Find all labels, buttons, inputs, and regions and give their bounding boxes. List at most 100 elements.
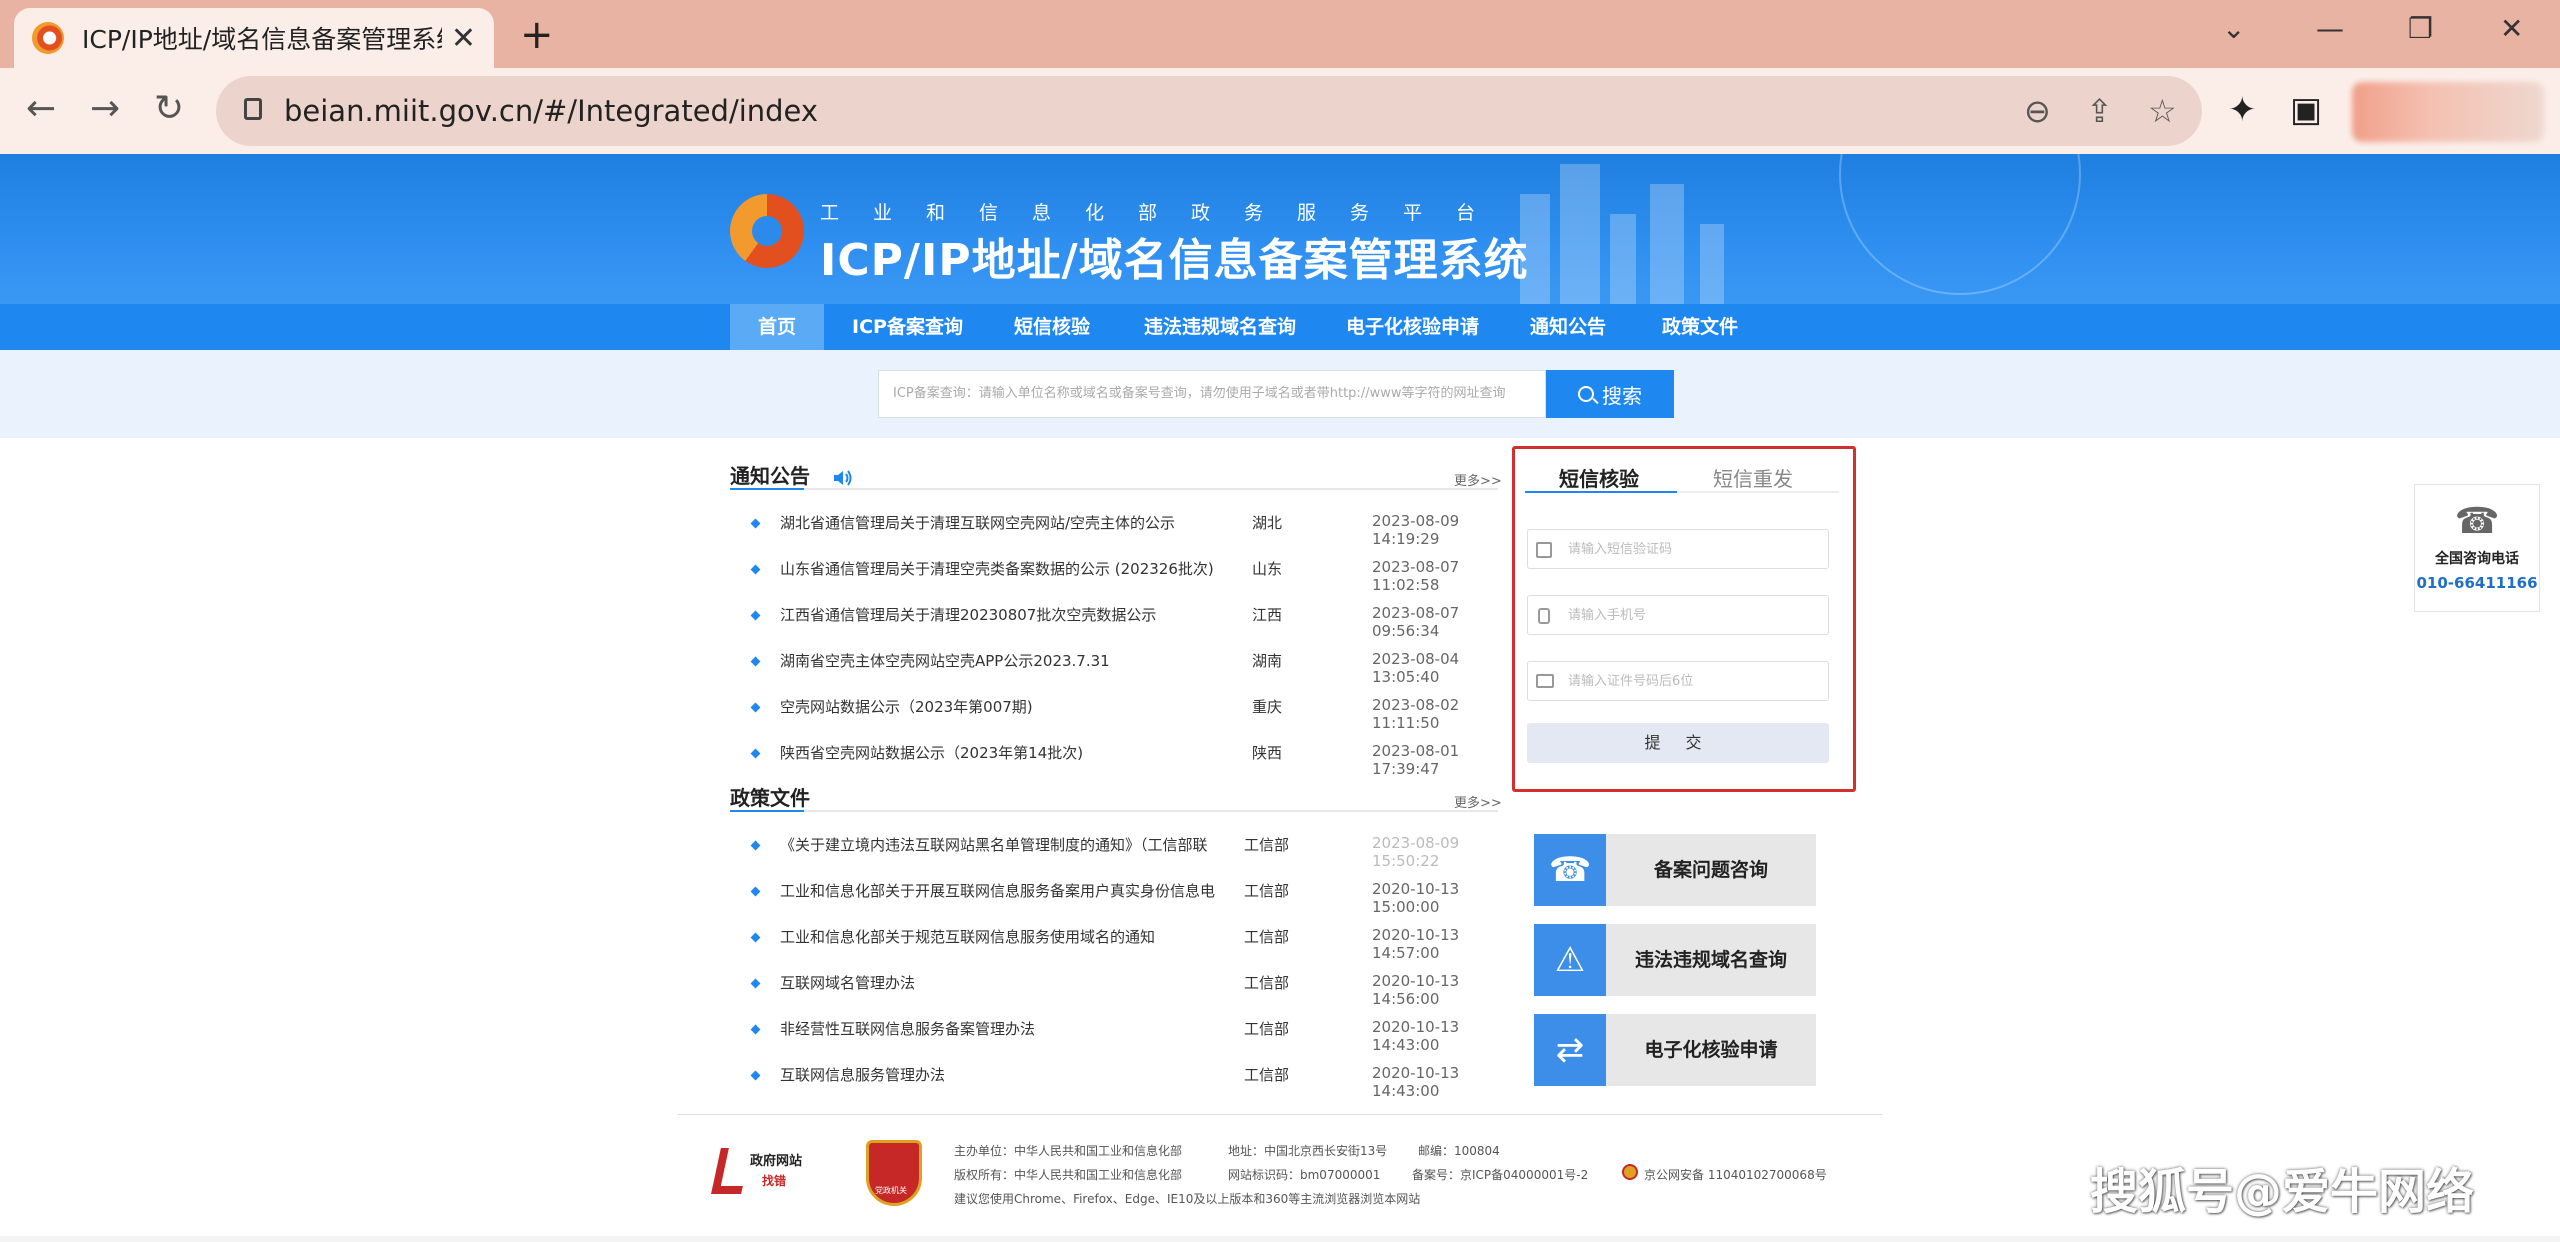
- quick-link-e-verify[interactable]: ⇄ 电子化核验申请: [1534, 1014, 1816, 1086]
- close-window-icon[interactable]: ✕: [2500, 12, 2523, 45]
- policy-issuer: 工信部: [1244, 836, 1290, 854]
- profile-avatar[interactable]: [2352, 82, 2544, 142]
- icp-search-input[interactable]: ICP备案查询：请输入单位名称或域名或备案号查询，请勿使用子域名或者带http:…: [878, 370, 1546, 418]
- site-header: 工业和信息化部政务服务平台 ICP/IP地址/域名信息备案管理系统: [0, 154, 2560, 304]
- policy-row[interactable]: 非经营性互联网信息服务备案管理办法 工信部 2020-10-13 14:43:0…: [750, 1010, 1512, 1056]
- restore-icon[interactable]: ❐: [2408, 12, 2433, 45]
- footer-host: 主办单位：中华人民共和国工业和信息化部: [954, 1144, 1183, 1158]
- policy-title[interactable]: 工业和信息化部关于规范互联网信息服务使用域名的通知: [780, 926, 1155, 947]
- notice-row[interactable]: 湖南省空壳主体空壳网站空壳APP公示2023.7.31 湖南 2023-08-0…: [750, 642, 1512, 688]
- policy-issuer: 工信部: [1244, 1020, 1290, 1038]
- footer-zipcode: 邮编：100804: [1418, 1144, 1500, 1158]
- policies-divider: [730, 810, 1498, 812]
- notice-row[interactable]: 山东省通信管理局关于清理空壳类备案数据的公示 (202326批次) 山东 202…: [750, 550, 1512, 596]
- policy-row[interactable]: 工业和信息化部关于开展互联网信息服务备案用户真实身份信息电 工信部 2020-1…: [750, 872, 1512, 918]
- policy-title[interactable]: 互联网域名管理办法: [780, 972, 915, 993]
- side-panel-icon[interactable]: ▣: [2290, 90, 2322, 130]
- tab-search-chevron-icon[interactable]: ⌄: [2222, 12, 2245, 45]
- submit-button[interactable]: 提 交: [1527, 723, 1829, 763]
- policy-row[interactable]: 工业和信息化部关于规范互联网信息服务使用域名的通知 工信部 2020-10-13…: [750, 918, 1512, 964]
- notice-region: 重庆: [1252, 698, 1283, 716]
- bullet-icon: [750, 564, 761, 575]
- lock-icon[interactable]: [244, 98, 262, 120]
- notice-title[interactable]: 山东省通信管理局关于清理空壳类备案数据的公示 (202326批次): [780, 558, 1214, 579]
- notice-title[interactable]: 湖北省通信管理局关于清理互联网空壳网站/空壳主体的公示: [780, 512, 1175, 533]
- notice-title[interactable]: 江西省通信管理局关于清理20230807批次空壳数据公示: [780, 604, 1156, 625]
- sms-code-input[interactable]: [1568, 530, 1818, 568]
- notices-title: 通知公告: [730, 464, 810, 488]
- nav-icp-query[interactable]: ICP备案查询: [852, 304, 963, 350]
- policy-row[interactable]: 互联网信息服务管理办法 工信部 2020-10-13 14:43:00: [750, 1056, 1512, 1102]
- new-tab-icon[interactable]: +: [520, 12, 554, 58]
- id-number-input[interactable]: [1568, 662, 1818, 700]
- nav-sms-verify[interactable]: 短信核验: [1014, 304, 1090, 350]
- phone-field[interactable]: [1527, 595, 1829, 635]
- mobile-phone-icon: [1538, 608, 1550, 624]
- address-bar[interactable]: beian.miit.gov.cn/#/Integrated/index ⊖ ⇪…: [216, 76, 2202, 146]
- nav-policies[interactable]: 政策文件: [1662, 304, 1738, 350]
- notice-row[interactable]: 陕西省空壳网站数据公示（2023年第14批次) 陕西 2023-08-01 17…: [750, 734, 1512, 780]
- search-button[interactable]: 搜索: [1546, 370, 1674, 418]
- notices-more-link[interactable]: 更多>>: [1454, 470, 1502, 489]
- quick-link-illegal-domain[interactable]: ⚠ 违法违规域名查询: [1534, 924, 1816, 996]
- policies-more-link[interactable]: 更多>>: [1454, 792, 1502, 811]
- miit-logo-icon: [730, 194, 804, 268]
- policy-title[interactable]: 工业和信息化部关于开展互联网信息服务备案用户真实身份信息电: [780, 880, 1215, 901]
- policy-issuer: 工信部: [1244, 1066, 1290, 1084]
- reload-icon[interactable]: ↻: [154, 88, 184, 129]
- site-title: ICP/IP地址/域名信息备案管理系统: [820, 235, 1529, 286]
- policy-issuer: 工信部: [1244, 974, 1290, 992]
- notice-row[interactable]: 空壳网站数据公示（2023年第007期) 重庆 2023-08-02 11:11…: [750, 688, 1512, 734]
- share-icon[interactable]: ⇪: [2086, 92, 2113, 130]
- main-nav: 首页 ICP备案查询 短信核验 违法违规域名查询 电子化核验申请 通知公告 政策…: [0, 304, 2560, 350]
- notice-row[interactable]: 江西省通信管理局关于清理20230807批次空壳数据公示 江西 2023-08-…: [750, 596, 1512, 642]
- notices-divider: [730, 488, 1498, 490]
- tab-sms-verify[interactable]: 短信核验: [1559, 463, 1639, 492]
- extensions-puzzle-icon[interactable]: ✦: [2228, 90, 2257, 130]
- search-band: ICP备案查询：请输入单位名称或域名或备案号查询，请勿使用子域名或者带http:…: [0, 350, 2560, 438]
- bullet-icon: [750, 656, 761, 667]
- policy-title[interactable]: 非经营性互联网信息服务备案管理办法: [780, 1018, 1035, 1039]
- notice-region: 湖南: [1252, 652, 1283, 670]
- policy-title[interactable]: 《关于建立境内违法互联网站黑名单管理制度的通知》（工信部联: [780, 834, 1208, 855]
- zoom-icon[interactable]: ⊖: [2024, 92, 2051, 130]
- browser-tab[interactable]: ICP/IP地址/域名信息备案管理系统 ✕: [14, 8, 494, 68]
- notice-row[interactable]: 湖北省通信管理局关于清理互联网空壳网站/空壳主体的公示 湖北 2023-08-0…: [750, 504, 1512, 550]
- police-badge-icon: [1622, 1164, 1638, 1180]
- nav-home[interactable]: 首页: [730, 304, 825, 350]
- policy-title[interactable]: 互联网信息服务管理办法: [780, 1064, 945, 1085]
- speaker-icon: [834, 470, 852, 486]
- nav-e-verify-apply[interactable]: 电子化核验申请: [1346, 304, 1479, 350]
- hotline-widget[interactable]: ☎ 全国咨询电话 010-66411166: [2414, 484, 2540, 612]
- sms-code-field[interactable]: [1527, 529, 1829, 569]
- quick-link-consult[interactable]: ☎ 备案问题咨询: [1534, 834, 1816, 906]
- notice-title[interactable]: 陕西省空壳网站数据公示（2023年第14批次): [780, 742, 1083, 763]
- gov-site-find-error-badge[interactable]: 政府网站 找错: [711, 1148, 816, 1194]
- site-favicon-icon: [32, 22, 64, 54]
- minimize-icon[interactable]: —: [2316, 12, 2344, 45]
- bookmark-star-icon[interactable]: ☆: [2148, 92, 2177, 130]
- bullet-icon: [750, 702, 761, 713]
- nav-notices[interactable]: 通知公告: [1530, 304, 1606, 350]
- phone-input[interactable]: [1568, 596, 1818, 634]
- footer-icp-number[interactable]: 备案号：京ICP备04000001号-2: [1412, 1166, 1588, 1183]
- warning-triangle-icon: ⚠: [1534, 924, 1606, 996]
- policy-row[interactable]: 互联网域名管理办法 工信部 2020-10-13 14:56:00: [750, 964, 1512, 1010]
- transfer-arrows-icon: ⇄: [1534, 1014, 1606, 1086]
- notice-title[interactable]: 空壳网站数据公示（2023年第007期): [780, 696, 1033, 717]
- footer-police-record[interactable]: 京公网安备 11040102700068号: [1644, 1166, 1827, 1183]
- tab-title: ICP/IP地址/域名信息备案管理系统: [82, 25, 442, 54]
- party-gov-agency-emblem[interactable]: 党政机关: [866, 1140, 922, 1206]
- forward-icon[interactable]: →: [90, 88, 120, 129]
- close-tab-icon[interactable]: ✕: [451, 21, 476, 56]
- policy-date: 2020-10-13 14:43:00: [1372, 1064, 1460, 1100]
- back-icon[interactable]: ←: [26, 88, 56, 129]
- policy-row[interactable]: 《关于建立境内违法互联网站黑名单管理制度的通知》（工信部联 工信部 2023-0…: [750, 826, 1512, 872]
- tab-sms-resend[interactable]: 短信重发: [1713, 463, 1793, 492]
- notice-region: 陕西: [1252, 744, 1283, 762]
- id-number-field[interactable]: [1527, 661, 1829, 701]
- notice-title[interactable]: 湖南省空壳主体空壳网站空壳APP公示2023.7.31: [780, 650, 1110, 671]
- url-text[interactable]: beian.miit.gov.cn/#/Integrated/index: [284, 94, 818, 128]
- nav-illegal-domain-query[interactable]: 违法违规域名查询: [1144, 304, 1296, 350]
- hotline-label: 全国咨询电话: [2435, 551, 2519, 567]
